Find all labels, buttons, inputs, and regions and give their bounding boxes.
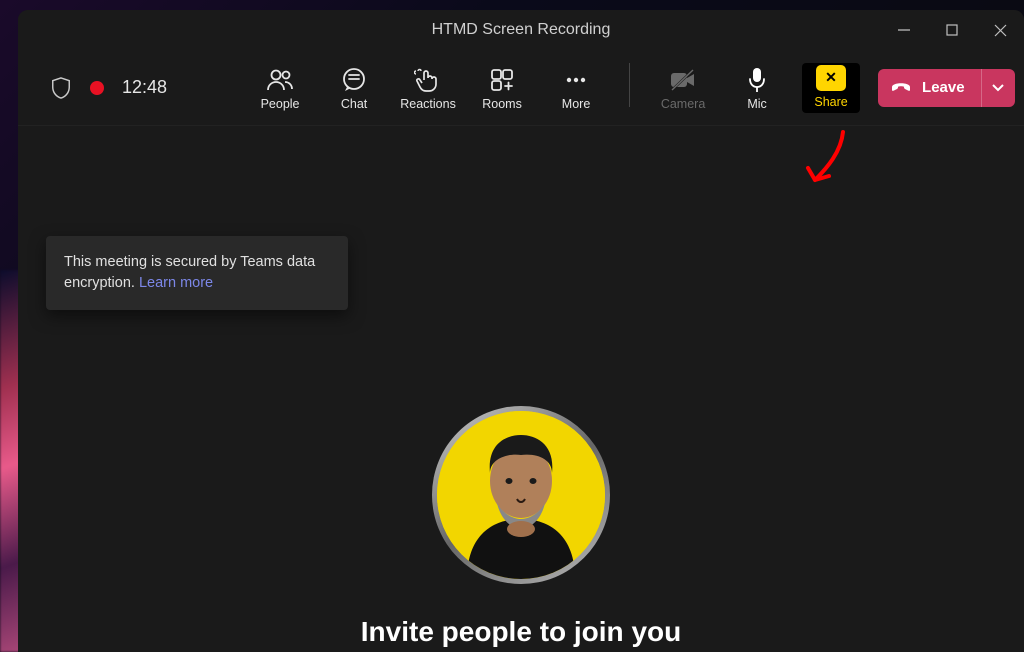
more-label: More xyxy=(562,97,590,111)
more-icon xyxy=(563,67,589,93)
leave-button-group: Leave xyxy=(878,69,1015,107)
camera-button[interactable]: Camera xyxy=(654,63,712,111)
toolbar-separator xyxy=(629,63,630,107)
participant-avatar xyxy=(432,406,610,584)
meeting-toolbar: 12:48 People Chat xyxy=(18,50,1024,126)
toolbar-center-group: People Chat Reactions xyxy=(251,63,860,113)
more-button[interactable]: More xyxy=(547,63,605,111)
chat-label: Chat xyxy=(341,97,367,111)
maximize-button[interactable] xyxy=(928,10,976,50)
annotation-arrow-icon xyxy=(803,124,853,194)
people-icon xyxy=(265,67,295,93)
window-title: HTMD Screen Recording xyxy=(432,21,611,39)
chat-button[interactable]: Chat xyxy=(325,63,383,111)
meeting-stage: This meeting is secured by Teams data en… xyxy=(18,126,1024,652)
minimize-button[interactable] xyxy=(880,10,928,50)
rooms-button[interactable]: Rooms xyxy=(473,63,531,111)
camera-label: Camera xyxy=(661,97,705,111)
meeting-timer: 12:48 xyxy=(122,77,167,98)
share-button[interactable]: ✕ Share xyxy=(802,63,860,113)
shield-icon[interactable] xyxy=(50,76,72,100)
stop-share-icon: ✕ xyxy=(816,65,846,91)
reactions-label: Reactions xyxy=(400,97,456,111)
rooms-icon xyxy=(490,67,514,93)
title-bar: HTMD Screen Recording xyxy=(18,10,1024,50)
avatar-image xyxy=(437,411,605,579)
people-button[interactable]: People xyxy=(251,63,309,111)
meeting-status-group: 12:48 xyxy=(22,76,167,100)
rooms-label: Rooms xyxy=(482,97,522,111)
mic-label: Mic xyxy=(747,97,766,111)
hangup-icon xyxy=(890,79,912,97)
recording-indicator-icon xyxy=(90,81,104,95)
teams-meeting-window: HTMD Screen Recording 12:48 xyxy=(18,10,1024,652)
leave-button[interactable]: Leave xyxy=(878,69,981,107)
reactions-button[interactable]: Reactions xyxy=(399,63,457,111)
people-label: People xyxy=(261,97,300,111)
reactions-icon xyxy=(414,67,442,93)
mic-button[interactable]: Mic xyxy=(728,63,786,111)
window-controls xyxy=(880,10,1024,50)
mic-icon xyxy=(747,67,767,93)
chevron-down-icon xyxy=(992,80,1004,95)
camera-off-icon xyxy=(669,67,697,93)
share-label: Share xyxy=(814,95,847,109)
leave-options-button[interactable] xyxy=(981,69,1015,107)
close-button[interactable] xyxy=(976,10,1024,50)
learn-more-link[interactable]: Learn more xyxy=(139,275,213,291)
leave-label: Leave xyxy=(922,79,965,96)
encryption-tooltip: This meeting is secured by Teams data en… xyxy=(46,236,348,310)
chat-icon xyxy=(341,67,367,93)
invite-heading: Invite people to join you xyxy=(361,616,681,648)
